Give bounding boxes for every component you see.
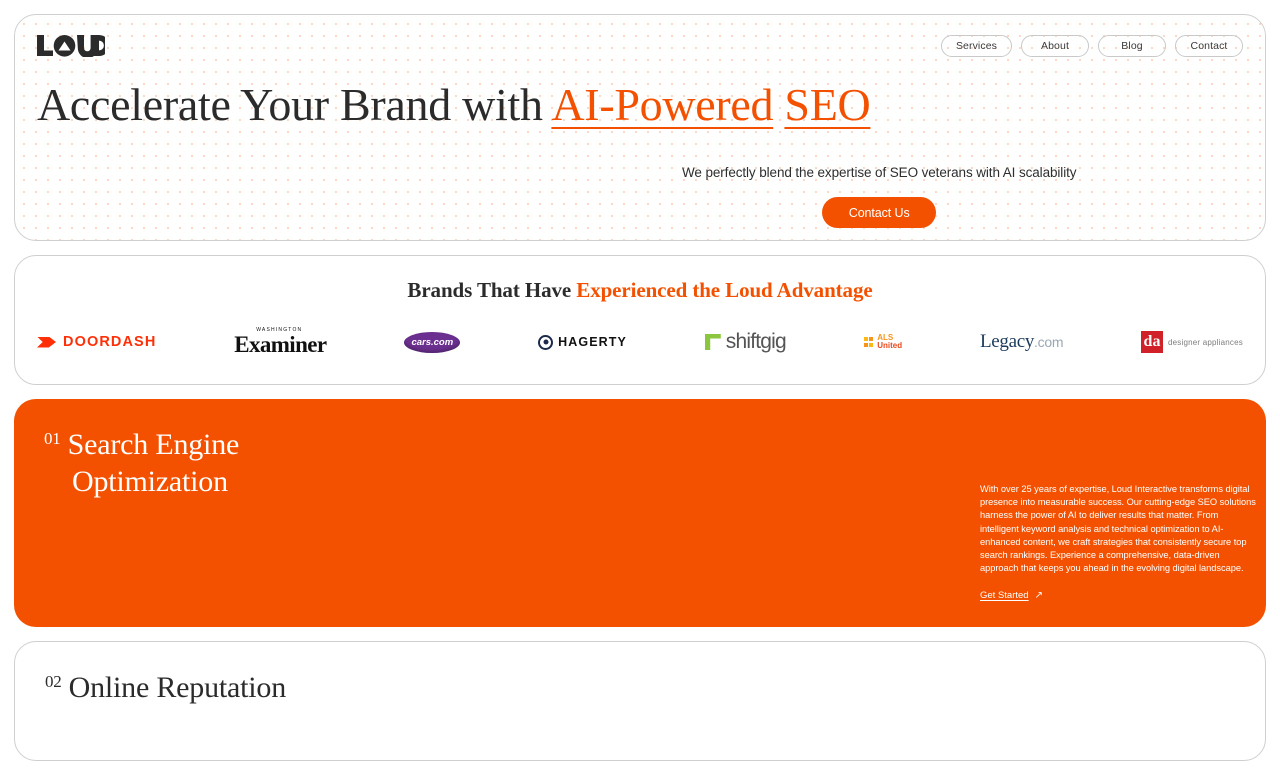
brands-heading-plain: Brands That Have bbox=[407, 278, 577, 302]
brand-logo-designer-appliances: da designer appliances bbox=[1141, 327, 1243, 357]
service-title-line-1-alt: Online Reputation bbox=[68, 671, 287, 704]
brand-logo-hagerty: HAGERTY bbox=[538, 327, 627, 357]
shiftgig-label: shiftgig bbox=[725, 330, 787, 353]
nav-item-blog[interactable]: Blog bbox=[1098, 35, 1166, 57]
service-card-seo[interactable]: 01 Search Engine Optimization With over 2… bbox=[14, 399, 1266, 627]
service-card-online-reputation[interactable]: 02 Online Reputation bbox=[14, 641, 1266, 761]
brand-logo-cars-com: cars.com bbox=[404, 331, 461, 353]
steering-wheel-icon bbox=[538, 334, 554, 350]
arrow-up-right-icon: ↗ bbox=[1034, 590, 1043, 602]
hagerty-label: HAGERTY bbox=[558, 335, 627, 349]
header-bar: Services About Blog Contact bbox=[37, 33, 1243, 59]
legacy-suffix: .com bbox=[1034, 334, 1064, 350]
brand-logo-washington-examiner: WASHINGTON Examiner bbox=[234, 327, 327, 357]
service-body-seo: With over 25 years of expertise, Loud In… bbox=[980, 483, 1258, 603]
legacy-label: Legacy bbox=[979, 331, 1035, 352]
nav-item-about[interactable]: About bbox=[1021, 35, 1089, 57]
contact-us-button[interactable]: Contact Us bbox=[822, 197, 937, 228]
hero-title-space bbox=[773, 79, 784, 130]
get-started-link[interactable]: Get Started ↗ bbox=[980, 590, 1043, 601]
loud-logo[interactable] bbox=[37, 33, 105, 59]
get-started-label: Get Started bbox=[980, 590, 1029, 602]
designer-appliances-icon: da bbox=[1141, 331, 1163, 353]
service-title-line-2: Optimization bbox=[72, 464, 228, 498]
als-squares-icon bbox=[863, 337, 874, 347]
cars-com-label: cars.com bbox=[411, 336, 454, 348]
doordash-icon bbox=[37, 336, 56, 348]
hero-section: Services About Blog Contact Accelerate Y… bbox=[14, 14, 1266, 241]
service-number-02: 02 bbox=[45, 672, 62, 691]
brand-logo-als-united: ALS United bbox=[863, 327, 903, 357]
loud-logo-icon bbox=[37, 35, 105, 57]
brand-logo-legacy-com: Legacy .com bbox=[979, 327, 1064, 357]
service-title-online-reputation: 02 Online Reputation bbox=[15, 670, 1265, 707]
hero-title-highlight-seo: SEO bbox=[784, 79, 871, 130]
service-description-seo: With over 25 years of expertise, Loud In… bbox=[980, 484, 1256, 574]
brands-section: Brands That Have Experienced the Loud Ad… bbox=[14, 255, 1266, 385]
hero-title-plain: Accelerate Your Brand with bbox=[37, 79, 552, 130]
als-label-bottom: United bbox=[877, 341, 903, 350]
nav-item-contact[interactable]: Contact bbox=[1175, 35, 1243, 57]
hero-title: Accelerate Your Brand with AI-Powered SE… bbox=[37, 79, 1243, 130]
service-number-01: 01 bbox=[44, 429, 61, 448]
service-title-line-1: Search Engine bbox=[67, 428, 240, 461]
brands-heading: Brands That Have Experienced the Loud Ad… bbox=[15, 278, 1265, 303]
brand-logo-row: DOORDASH WASHINGTON Examiner cars.com HA… bbox=[15, 303, 1265, 357]
doordash-label: DOORDASH bbox=[63, 334, 157, 350]
hero-cta-group: We perfectly blend the expertise of SEO … bbox=[682, 165, 1077, 228]
als-label: ALS United bbox=[877, 333, 903, 351]
hero-title-highlight-ai: AI-Powered bbox=[551, 79, 774, 130]
brand-logo-doordash: DOORDASH bbox=[37, 327, 156, 357]
page-root: Services About Blog Contact Accelerate Y… bbox=[0, 0, 1280, 775]
brands-heading-highlight: Experienced the Loud Advantage bbox=[576, 278, 873, 302]
nav-item-services[interactable]: Services bbox=[940, 35, 1012, 57]
hero-subtitle: We perfectly blend the expertise of SEO … bbox=[682, 165, 1077, 180]
main-navigation: Services About Blog Contact bbox=[940, 33, 1243, 57]
shiftgig-icon bbox=[704, 334, 721, 350]
designer-appliances-label: designer appliances bbox=[1168, 337, 1243, 347]
brand-logo-shiftgig: shiftgig bbox=[704, 327, 787, 357]
examiner-label: Examiner bbox=[234, 332, 327, 357]
